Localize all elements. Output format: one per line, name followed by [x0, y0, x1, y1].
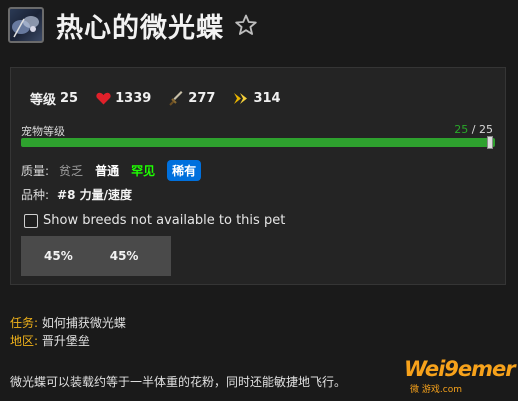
- heart-icon: [96, 92, 111, 105]
- pet-level-value: 25 / 25: [454, 123, 493, 136]
- health-value: 1339: [115, 91, 152, 106]
- pet-description: 微光蝶可以装载约等于一半体重的花粉，同时还能敏捷地飞行。: [10, 375, 347, 389]
- zone-label: 地区:: [10, 334, 39, 348]
- pet-level-separator: /: [468, 123, 479, 136]
- pet-level-max: 25: [479, 123, 493, 136]
- watermark-sub: 微 游戏.com: [410, 382, 462, 395]
- level-value: 25: [60, 91, 79, 106]
- sword-icon: [169, 91, 183, 106]
- pet-level-fill: [21, 138, 495, 147]
- level-label: 等级: [30, 93, 57, 108]
- breed-label: 品种:: [21, 188, 50, 202]
- show-breeds-toggle[interactable]: Show breeds not available to this pet: [24, 213, 285, 228]
- speed-stat: 314: [233, 91, 281, 106]
- site-watermark: Wei9emer 微 游戏.com: [398, 355, 516, 399]
- favorite-star-icon[interactable]: [234, 13, 258, 37]
- watermark-logo: Wei9emer: [404, 357, 516, 381]
- task-value[interactable]: 如何捕获微光蝶: [42, 316, 126, 330]
- pet-level-current: 25: [454, 123, 469, 136]
- pet-level-label: 宠物等级: [21, 125, 65, 138]
- quality-option-rare[interactable]: 稀有: [167, 160, 202, 181]
- speed-icon: [234, 93, 248, 104]
- speed-value: 314: [253, 91, 281, 106]
- zone-value[interactable]: 晋升堡垒: [42, 334, 90, 348]
- quality-selector: 质量: 贫乏 普通 罕见 稀有: [21, 160, 213, 181]
- watermark-prefix: 微: [410, 385, 420, 395]
- pet-level-slider-track: [21, 138, 495, 147]
- level-stat: 等级 25: [30, 89, 78, 108]
- show-breeds-label[interactable]: Show breeds not available to this pet: [43, 213, 285, 228]
- quality-label: 质量:: [21, 164, 50, 178]
- pet-header: 热心的微光蝶: [8, 5, 258, 45]
- moth-portrait-icon: [8, 7, 44, 43]
- quality-option-uncommon[interactable]: 罕见: [131, 162, 155, 179]
- breed-value[interactable]: #8 力量/速度: [57, 186, 132, 203]
- quality-option-common[interactable]: 普通: [95, 162, 119, 179]
- watermark-sub-text: 游戏.com: [421, 385, 462, 395]
- zone-row: 地区: 晋升堡垒: [10, 332, 126, 350]
- task-row: 任务: 如何捕获微光蝶: [10, 314, 126, 332]
- pet-stats-panel: 等级 25 1339 277 314 宠物等级 25 / 25 质量: 贫乏 普…: [10, 67, 506, 285]
- breed-row: 品种: #8 力量/速度: [21, 186, 132, 203]
- pet-level-slider-handle[interactable]: [487, 136, 493, 149]
- power-stat: 277: [169, 91, 215, 106]
- power-value: 277: [188, 91, 216, 106]
- show-breeds-checkbox[interactable]: [24, 213, 38, 228]
- breed-stat-power: 45%: [44, 249, 73, 263]
- breed-stat-speed: 45%: [109, 249, 139, 263]
- pet-info: 任务: 如何捕获微光蝶 地区: 晋升堡垒: [10, 314, 126, 350]
- quality-option-poor[interactable]: 贫乏: [59, 162, 83, 179]
- page-title: 热心的微光蝶: [56, 12, 224, 44]
- health-stat: 1339: [96, 91, 151, 106]
- breed-stats-box: 45% 45%: [21, 236, 171, 276]
- task-label: 任务:: [10, 316, 39, 330]
- stats-row: 等级 25 1339 277 314: [30, 89, 299, 108]
- pet-page: 热心的微光蝶 等级 25 1339 277 314 宠物等级 25 / 25 质…: [0, 0, 518, 401]
